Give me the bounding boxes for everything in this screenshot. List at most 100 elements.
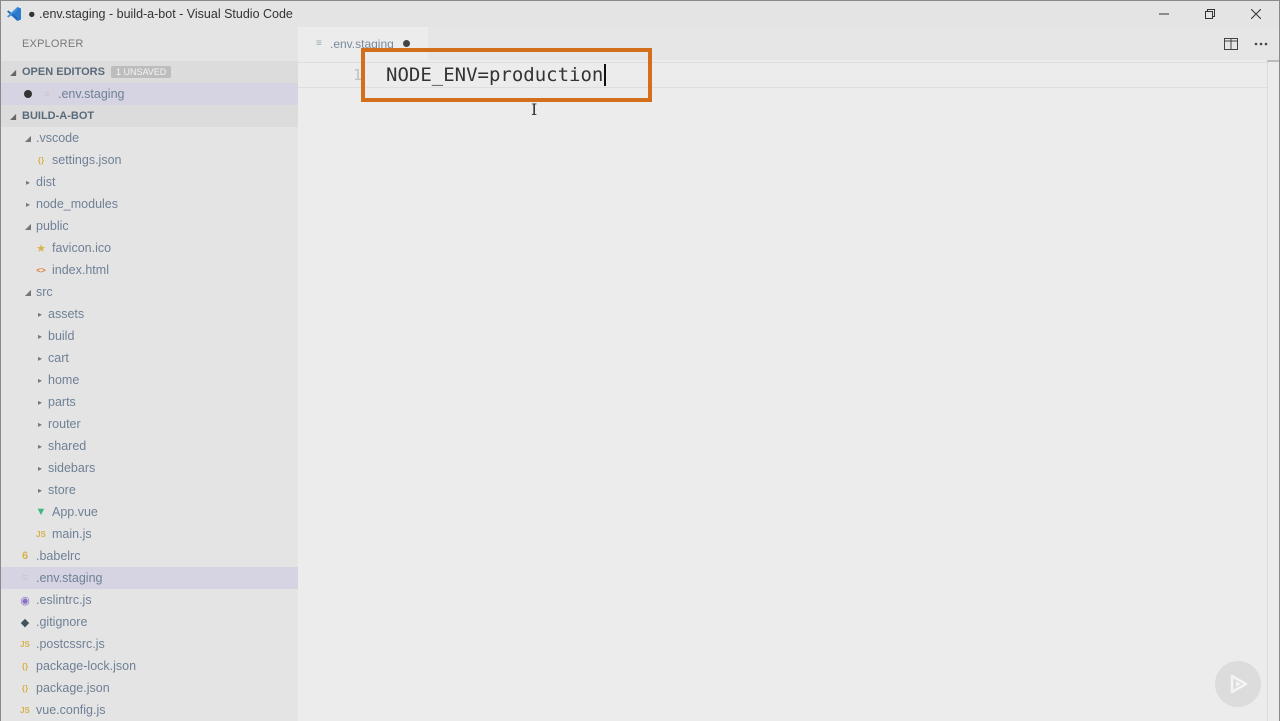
tree-item-label: parts (48, 395, 76, 409)
tree-item[interactable]: ▸ sidebars (1, 457, 298, 479)
unsaved-badge: 1 UNSAVED (110, 66, 172, 78)
chevron-right-icon: ▸ (37, 331, 42, 341)
js-file-icon: JS (20, 639, 30, 649)
tree-item-label: store (48, 483, 76, 497)
tree-item[interactable]: JS .postcssrc.js (1, 633, 298, 655)
unsaved-dot-icon[interactable] (24, 90, 32, 98)
tree-item-label: App.vue (52, 505, 98, 519)
highlight-box (361, 48, 652, 102)
tree-item-label: favicon.ico (52, 241, 112, 255)
open-editors-header[interactable]: ◢ OPEN EDITORS 1 UNSAVED (1, 61, 298, 83)
tree-item[interactable]: ▸ assets (1, 303, 298, 325)
chevron-right-icon: ▸ (37, 397, 42, 407)
scroll-thumb[interactable] (1267, 60, 1279, 62)
tree-item[interactable]: 6 .babelrc (1, 545, 298, 567)
chevron-right-icon: ▸ (37, 309, 42, 319)
chevron-right-icon: ▸ (25, 177, 30, 187)
code-editor[interactable]: 1 NODE_ENV=production I (298, 48, 1268, 721)
tree-item[interactable]: ▸ store (1, 479, 298, 501)
tree-item[interactable]: ◉ .eslintrc.js (1, 589, 298, 611)
tree-item[interactable]: JS main.js (1, 523, 298, 545)
project-label: BUILD-A-BOT (22, 110, 95, 122)
babel-file-icon: 6 (21, 550, 29, 562)
restore-button[interactable] (1187, 1, 1233, 27)
tree-item[interactable]: ◢ .vscode (1, 127, 298, 149)
tree-item[interactable]: ▸ home (1, 369, 298, 391)
tree-item-label: cart (48, 351, 69, 365)
tree-item[interactable]: JS vue.config.js (1, 699, 298, 721)
line-number: 1 (352, 66, 362, 84)
tree-item[interactable]: ▸ node_modules (1, 193, 298, 215)
tree-item[interactable]: ▼ App.vue (1, 501, 298, 523)
file-lines-icon: ≡ (21, 572, 29, 584)
window-title: ● .env.staging - build-a-bot - Visual St… (28, 7, 293, 21)
chevron-right-icon: ▸ (37, 485, 42, 495)
js-file-icon: JS (36, 529, 46, 539)
tree-item-label: .vscode (36, 131, 80, 145)
tree-item[interactable]: {} settings.json (1, 149, 298, 171)
file-lines-icon: ≡ (44, 88, 50, 100)
open-editor-item[interactable]: ≡ .env.staging (1, 83, 298, 105)
tree-item-label: shared (48, 439, 87, 453)
code-line[interactable]: 1 NODE_ENV=production (298, 48, 1268, 102)
git-file-icon: ◆ (20, 616, 30, 629)
json-file-icon: {} (37, 155, 45, 165)
tree-item[interactable]: ▸ build (1, 325, 298, 347)
modified-dot-icon[interactable] (402, 40, 410, 47)
ibeam-cursor-icon: I (531, 100, 538, 119)
vue-file-icon: ▼ (35, 506, 47, 518)
tree-item[interactable]: ◢ public (1, 215, 298, 237)
tree-item[interactable]: ◆ .gitignore (1, 611, 298, 633)
close-button[interactable] (1233, 1, 1279, 27)
play-watermark-icon (1215, 661, 1261, 707)
chevron-right-icon: ▸ (37, 375, 42, 385)
vertical-scrollbar[interactable] (1267, 60, 1279, 721)
tree-item[interactable]: {} package.json (1, 677, 298, 699)
star-icon: ★ (36, 242, 46, 255)
tree-item-label: .gitignore (36, 615, 88, 629)
project-header[interactable]: ◢ BUILD-A-BOT (1, 105, 298, 127)
editor-area: ≡ .env.staging 1 NODE_ENV=production I (298, 27, 1279, 721)
tree-item[interactable]: ▸ cart (1, 347, 298, 369)
title-bar: ● .env.staging - build-a-bot - Visual St… (1, 1, 1279, 27)
json-file-icon: {} (21, 661, 29, 671)
tree-item-label: src (36, 285, 53, 299)
explorer-title: EXPLORER (22, 38, 84, 50)
vscode-logo-icon (6, 6, 22, 22)
tree-item[interactable]: ▸ shared (1, 435, 298, 457)
tree-item-label: .eslintrc.js (36, 593, 92, 607)
html-file-icon: <> (36, 265, 46, 275)
more-actions-icon[interactable] (1253, 36, 1269, 52)
tree-item-label: assets (48, 307, 85, 321)
chevron-down-icon: ◢ (10, 67, 17, 77)
tree-item-label: public (36, 219, 69, 233)
chevron-down-icon: ◢ (10, 111, 17, 121)
chevron-down-icon: ◢ (24, 133, 32, 143)
open-editor-label: .env.staging (58, 87, 125, 101)
tree-item[interactable]: ▸ parts (1, 391, 298, 413)
chevron-right-icon: ▸ (25, 199, 30, 209)
tree-item-label: package-lock.json (36, 659, 137, 673)
tree-item-label: router (48, 417, 81, 431)
editor-actions (1223, 27, 1279, 60)
tree-item-label: home (48, 373, 80, 387)
tree-item-label: package.json (36, 681, 110, 695)
chevron-down-icon: ◢ (24, 221, 32, 231)
split-editor-icon[interactable] (1223, 36, 1239, 52)
tree-item-label: dist (36, 175, 56, 189)
tree-item[interactable]: <> index.html (1, 259, 298, 281)
chevron-right-icon: ▸ (37, 463, 42, 473)
tree-item[interactable]: ≡ .env.staging (1, 567, 298, 589)
tree-item[interactable]: ◢ src (1, 281, 298, 303)
explorer-sidebar: EXPLORER ◢ OPEN EDITORS 1 UNSAVED ≡ .env… (1, 27, 298, 721)
tree-item[interactable]: {} package-lock.json (1, 655, 298, 677)
tree-item[interactable]: ★ favicon.ico (1, 237, 298, 259)
json-file-icon: {} (21, 683, 29, 693)
minimize-button[interactable] (1141, 1, 1187, 27)
tree-item[interactable]: ▸ router (1, 413, 298, 435)
tree-item-label: vue.config.js (36, 703, 106, 717)
tree-item[interactable]: ▸ dist (1, 171, 298, 193)
chevron-right-icon: ▸ (37, 441, 42, 451)
tree-item-label: main.js (52, 527, 92, 541)
tree-item-label: .postcssrc.js (36, 637, 105, 651)
